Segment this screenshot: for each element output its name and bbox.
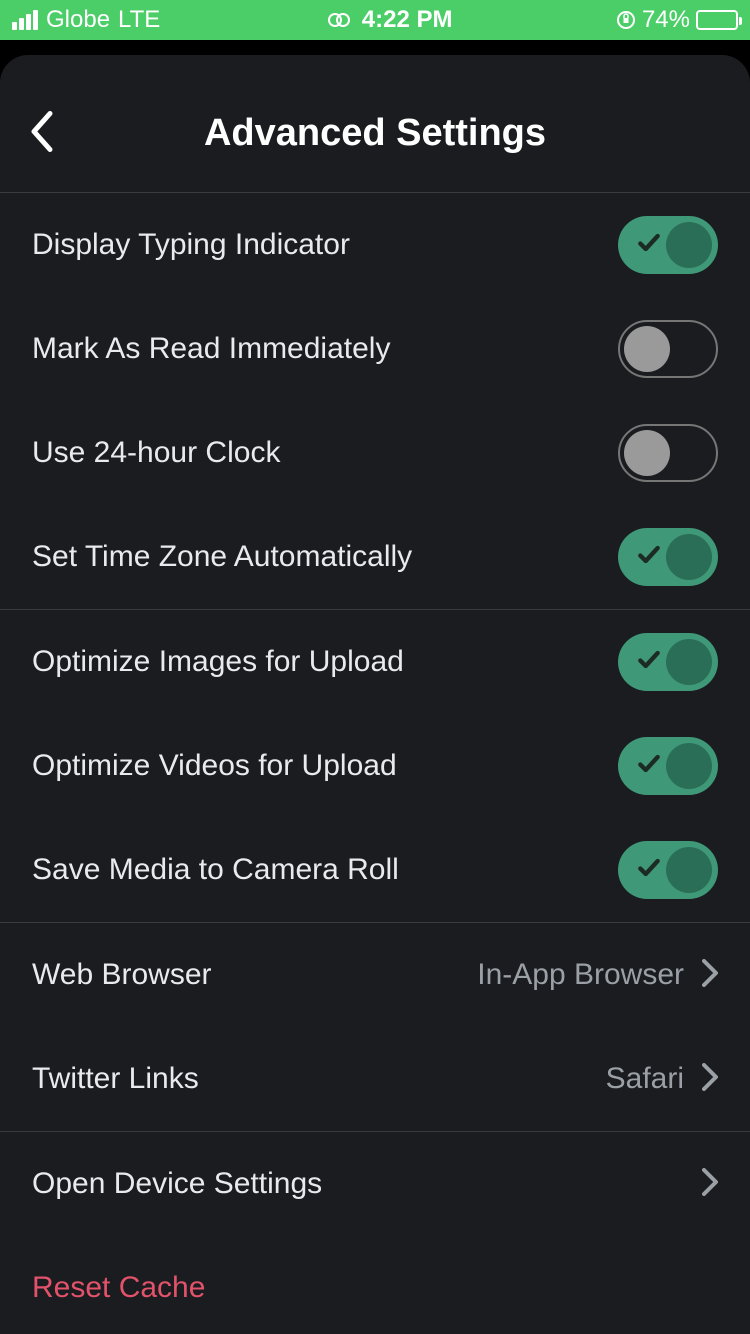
status-left: Globe LTE — [12, 6, 160, 34]
chevron-left-icon — [28, 109, 56, 153]
battery-icon — [696, 10, 738, 30]
row-label: Set Time Zone Automatically — [32, 540, 412, 574]
row-label: Open Device Settings — [32, 1167, 322, 1201]
check-icon — [636, 855, 662, 886]
toggle-knob — [624, 326, 670, 372]
group-media: Optimize Images for Upload Optimize Vide… — [0, 610, 750, 923]
toggle-save-media[interactable] — [618, 841, 718, 899]
row-mark-as-read: Mark As Read Immediately — [0, 297, 750, 401]
group-system: Open Device Settings Reset Cache — [0, 1132, 750, 1334]
check-icon — [636, 647, 662, 678]
row-web-browser[interactable]: Web Browser In-App Browser — [0, 923, 750, 1027]
row-optimize-images: Optimize Images for Upload — [0, 610, 750, 714]
row-save-media: Save Media to Camera Roll — [0, 818, 750, 922]
group-browser: Web Browser In-App Browser Twitter Links… — [0, 923, 750, 1132]
group-typing: Display Typing Indicator Mark As Read Im… — [0, 193, 750, 610]
check-icon — [636, 542, 662, 573]
network-label: LTE — [118, 6, 160, 34]
row-label: Mark As Read Immediately — [32, 332, 390, 366]
row-label: Optimize Images for Upload — [32, 645, 404, 679]
row-value: In-App Browser — [477, 958, 684, 992]
toggle-knob — [624, 430, 670, 476]
status-bar: Globe LTE 4:22 PM 74% — [0, 0, 750, 40]
back-sheet: Advanced Settings Display Typing Indicat… — [0, 55, 750, 1334]
chevron-right-icon — [702, 1168, 718, 1201]
toggle-knob — [666, 743, 712, 789]
back-button[interactable] — [28, 109, 56, 158]
signal-icon — [12, 10, 38, 30]
orientation-lock-icon — [616, 10, 636, 30]
toggle-knob — [666, 847, 712, 893]
page-title: Advanced Settings — [204, 112, 546, 155]
carrier-label: Globe — [46, 6, 110, 34]
chevron-right-icon — [702, 1063, 718, 1096]
content: Display Typing Indicator Mark As Read Im… — [0, 193, 750, 1334]
row-timezone-auto: Set Time Zone Automatically — [0, 505, 750, 609]
toggle-optimize-images[interactable] — [618, 633, 718, 691]
toggle-knob — [666, 222, 712, 268]
row-label: Web Browser — [32, 958, 212, 992]
row-label: Save Media to Camera Roll — [32, 853, 399, 887]
toggle-mark-as-read[interactable] — [618, 320, 718, 378]
settings-sheet: Advanced Settings Display Typing Indicat… — [0, 75, 750, 1334]
row-value: Safari — [606, 1062, 684, 1096]
row-reset-cache[interactable]: Reset Cache — [0, 1236, 750, 1334]
row-open-device-settings[interactable]: Open Device Settings — [0, 1132, 750, 1236]
row-optimize-videos: Optimize Videos for Upload — [0, 714, 750, 818]
row-label: Optimize Videos for Upload — [32, 749, 397, 783]
chevron-right-icon — [702, 959, 718, 992]
battery-pct-label: 74% — [642, 6, 690, 34]
status-right: 74% — [616, 6, 738, 34]
row-display-typing-indicator: Display Typing Indicator — [0, 193, 750, 297]
hotspot-icon — [324, 11, 354, 29]
toggle-optimize-videos[interactable] — [618, 737, 718, 795]
row-label: Twitter Links — [32, 1062, 199, 1096]
row-label: Reset Cache — [32, 1271, 205, 1305]
status-center: 4:22 PM — [324, 6, 453, 34]
clock-label: 4:22 PM — [362, 6, 453, 34]
row-twitter-links[interactable]: Twitter Links Safari — [0, 1027, 750, 1131]
toggle-knob — [666, 639, 712, 685]
toggle-timezone-auto[interactable] — [618, 528, 718, 586]
toggle-24-hour-clock[interactable] — [618, 424, 718, 482]
toggle-display-typing-indicator[interactable] — [618, 216, 718, 274]
row-label: Display Typing Indicator — [32, 228, 350, 262]
toggle-knob — [666, 534, 712, 580]
row-label: Use 24-hour Clock — [32, 436, 280, 470]
row-24-hour-clock: Use 24-hour Clock — [0, 401, 750, 505]
header: Advanced Settings — [0, 75, 750, 193]
check-icon — [636, 230, 662, 261]
check-icon — [636, 751, 662, 782]
